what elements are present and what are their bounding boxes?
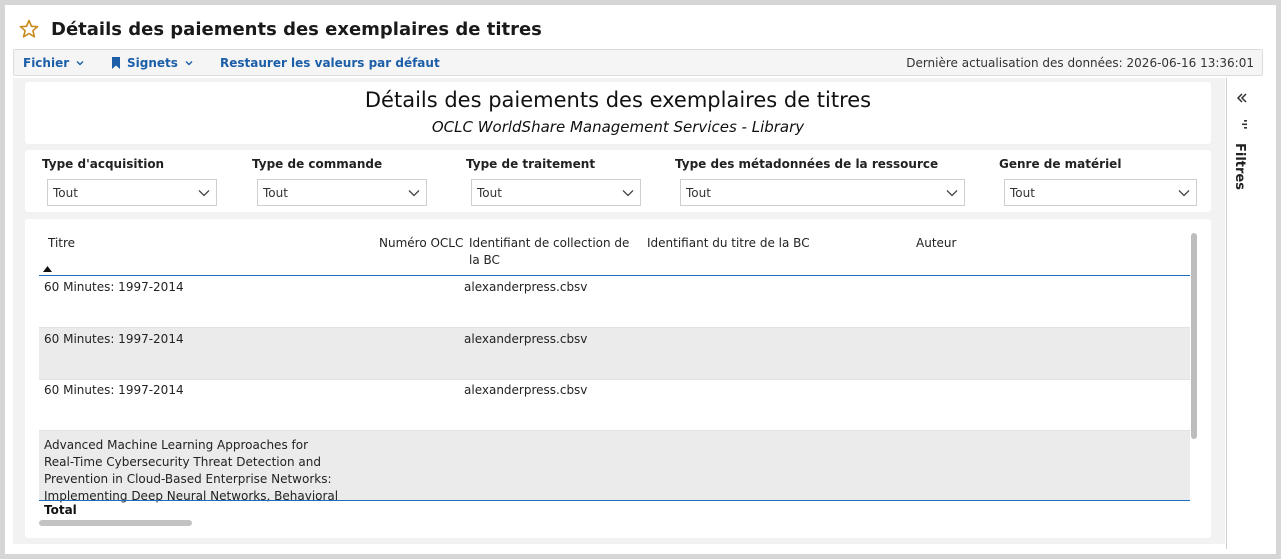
bookmark-icon bbox=[112, 56, 120, 69]
filter-label-processing-type: Type de traitement bbox=[466, 157, 596, 171]
chevron-down-icon bbox=[946, 190, 958, 197]
processing-type-select[interactable]: Tout bbox=[471, 179, 641, 206]
material-type-value: Tout bbox=[1010, 186, 1035, 200]
chevron-down-icon bbox=[198, 190, 210, 197]
column-header-author[interactable]: Auteur bbox=[916, 235, 956, 252]
side-panel-divider bbox=[1226, 78, 1227, 549]
page-header: Détails des paiements des exemplaires de… bbox=[19, 17, 542, 41]
order-type-value: Tout bbox=[263, 186, 288, 200]
metadata-type-value: Tout bbox=[686, 186, 711, 200]
filter-label-metadata-type: Type des métadonnées de la ressource bbox=[675, 157, 939, 171]
table-row[interactable]: 60 Minutes: 1997-2014 alexanderpress.cbs… bbox=[39, 328, 1190, 379]
processing-type-value: Tout bbox=[477, 186, 502, 200]
table-row[interactable]: Advanced Machine Learning Approaches for… bbox=[39, 431, 1190, 503]
metadata-type-select[interactable]: Tout bbox=[680, 179, 965, 206]
cell-title: 60 Minutes: 1997-2014 bbox=[44, 383, 184, 397]
table-row[interactable]: 60 Minutes: 1997-2014 alexanderpress.cbs… bbox=[39, 276, 1190, 327]
results-table: Titre Numéro OCLC Identifiant de collect… bbox=[25, 219, 1211, 538]
report-title: Détails des paiements des exemplaires de… bbox=[364, 88, 872, 112]
star-icon[interactable] bbox=[19, 19, 39, 39]
table-row[interactable]: 60 Minutes: 1997-2014 alexanderpress.cbs… bbox=[39, 379, 1190, 430]
filter-label-acquisition-type: Type d'acquisition bbox=[42, 157, 165, 171]
chevron-down-icon bbox=[76, 60, 84, 65]
cell-title-line: Advanced Machine Learning Approaches for bbox=[44, 438, 309, 452]
cell-title-line: Implementing Deep Neural Networks, Behav… bbox=[44, 489, 339, 503]
material-type-select[interactable]: Tout bbox=[1004, 179, 1197, 206]
file-menu-button[interactable]: Fichier bbox=[23, 56, 85, 70]
column-header-collection-id[interactable]: Identifiant de collection de la BC bbox=[469, 235, 639, 269]
acquisition-type-value: Tout bbox=[53, 186, 78, 200]
filters-panel-toggle[interactable]: Filtres bbox=[1232, 143, 1247, 190]
vertical-scrollbar[interactable] bbox=[1191, 233, 1197, 439]
total-divider bbox=[39, 500, 1190, 501]
acquisition-type-select[interactable]: Tout bbox=[47, 179, 217, 206]
cell-collection-id: alexanderpress.cbsv bbox=[464, 383, 588, 397]
cell-title-line: Prevention in Cloud-Based Enterprise Net… bbox=[44, 472, 332, 486]
report-content: Détails des paiements des exemplaires de… bbox=[13, 78, 1225, 544]
chevron-down-icon bbox=[185, 60, 193, 65]
filter-label-material-type: Genre de matériel bbox=[999, 157, 1122, 171]
horizontal-scrollbar[interactable] bbox=[39, 520, 192, 526]
chevron-down-icon bbox=[1178, 190, 1190, 197]
sort-ascending-icon[interactable] bbox=[43, 266, 52, 272]
column-header-title[interactable]: Titre bbox=[48, 235, 75, 252]
filters-bar: Type d'acquisition Tout Type de commande… bbox=[25, 150, 1211, 212]
order-type-select[interactable]: Tout bbox=[257, 179, 427, 206]
report-subtitle: OCLC WorldShare Management Services - Li… bbox=[431, 118, 805, 136]
column-header-oclc-number[interactable]: Numéro OCLC bbox=[379, 235, 463, 252]
column-header-title-id[interactable]: Identifiant du titre de la BC bbox=[647, 235, 810, 252]
cell-title: 60 Minutes: 1997-2014 bbox=[44, 280, 184, 294]
report-header: Détails des paiements des exemplaires de… bbox=[25, 82, 1211, 144]
restore-defaults-button[interactable]: Restaurer les valeurs par défaut bbox=[220, 56, 440, 70]
bookmarks-menu-button[interactable]: Signets bbox=[111, 56, 194, 70]
restore-defaults-label: Restaurer les valeurs par défaut bbox=[220, 55, 440, 70]
filter-label-order-type: Type de commande bbox=[252, 157, 383, 171]
chevron-down-icon bbox=[622, 190, 634, 197]
cell-title: 60 Minutes: 1997-2014 bbox=[44, 332, 184, 346]
file-menu-label: Fichier bbox=[23, 55, 70, 70]
cell-title: Advanced Machine Learning Approaches for… bbox=[44, 437, 344, 505]
bookmarks-menu-label: Signets bbox=[127, 55, 178, 70]
cell-collection-id: alexanderpress.cbsv bbox=[464, 332, 588, 346]
page-title: Détails des paiements des exemplaires de… bbox=[51, 18, 542, 40]
cell-title-line: Real-Time Cybersecurity Threat Detection… bbox=[44, 455, 321, 469]
double-chevron-left-icon[interactable] bbox=[1236, 92, 1248, 104]
filter-icon bbox=[1242, 120, 1247, 129]
chevron-down-icon bbox=[408, 190, 420, 197]
cell-collection-id: alexanderpress.cbsv bbox=[464, 280, 588, 294]
total-label: Total bbox=[44, 503, 77, 517]
toolbar: Fichier Signets Restaurer les valeurs pa… bbox=[13, 49, 1263, 76]
last-update-text: Dernière actualisation des données: 2026… bbox=[906, 55, 1254, 70]
